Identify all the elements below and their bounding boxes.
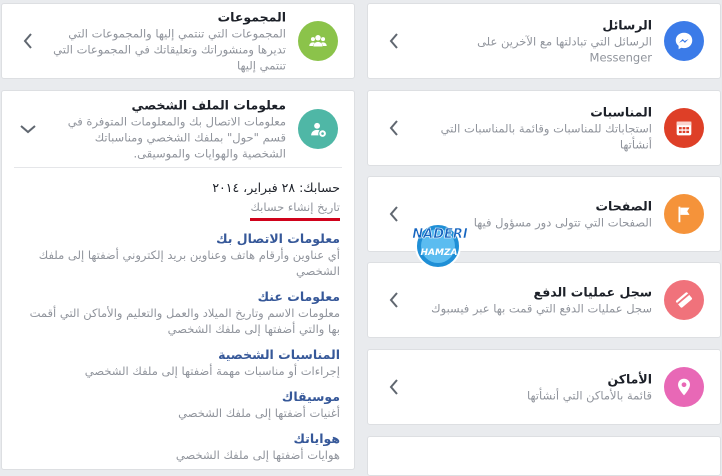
groups-desc: المجموعات التي تنتمي إليها والمجموعات ال… <box>53 26 286 73</box>
card-icon <box>664 280 704 320</box>
section-music[interactable]: موسيقاك أغنيات أضفتها إلى ملفك الشخصي <box>16 388 340 421</box>
section-contact-info[interactable]: معلومات الاتصال بك أي عناوين وأرقام هاتف… <box>16 230 340 279</box>
location-pin-icon <box>664 367 704 407</box>
payments-card[interactable]: سجل عمليات الدفع سجل عمليات الدفع التي ق… <box>367 262 721 338</box>
messages-desc: الرسائل التي تبادلتها مع الآخرين على Mes… <box>477 34 652 65</box>
section-desc: أي عناوين وأرقام هاتف وعناوين بريد إلكتر… <box>38 248 340 278</box>
chevron-left-icon[interactable] <box>384 118 404 138</box>
chevron-left-icon[interactable] <box>18 31 38 51</box>
chevron-left-icon[interactable] <box>384 204 404 224</box>
profile-settings-icon <box>298 109 338 149</box>
places-desc: قائمة بالأماكن التي أنشأتها <box>526 388 652 403</box>
section-desc: أغنيات أضفتها إلى ملفك الشخصي <box>178 406 340 420</box>
payments-title: سجل عمليات الدفع <box>533 284 652 300</box>
profile-info-header[interactable]: معلومات الملف الشخصي معلومات الاتصال بك … <box>14 91 342 168</box>
watermark-logo: NADERI HAMZA <box>405 212 475 272</box>
events-title: المناسبات <box>590 104 652 120</box>
profile-info-card: معلومات الملف الشخصي معلومات الاتصال بك … <box>1 90 355 470</box>
section-hobbies[interactable]: هواياتك هوايات أضفتها إلى ملفك الشخصي <box>16 430 340 463</box>
places-card[interactable]: الأماكن قائمة بالأماكن التي أنشأتها <box>367 349 721 425</box>
groups-card[interactable]: المجموعات المجموعات التي تنتمي إليها وال… <box>1 3 355 79</box>
profile-info-desc: معلومات الاتصال بك والمعلومات المتوفرة ف… <box>67 114 286 161</box>
places-title: الأماكن <box>607 371 652 387</box>
chevron-down-icon[interactable] <box>18 119 38 139</box>
chevron-left-icon[interactable] <box>384 377 404 397</box>
flag-icon <box>664 194 704 234</box>
section-title[interactable]: المناسبات الشخصية <box>16 346 340 363</box>
chevron-left-icon[interactable] <box>384 31 404 51</box>
watermark-line2: HAMZA <box>421 248 458 258</box>
section-title[interactable]: معلومات عنك <box>16 288 340 305</box>
more-card[interactable] <box>367 436 721 476</box>
messages-title: الرسائل <box>602 17 652 33</box>
section-about-you[interactable]: معلومات عنك معلومات الاسم وتاريخ الميلاد… <box>16 288 340 337</box>
section-title[interactable]: هواياتك <box>16 430 340 447</box>
watermark-line1: NADERI <box>412 227 468 242</box>
section-desc: إجراءات أو مناسبات مهمة أضفتها إلى ملفك … <box>84 364 340 378</box>
groups-title: المجموعات <box>217 9 286 25</box>
events-card[interactable]: المناسبات استجاباتك للمناسبات وقائمة بال… <box>367 90 721 166</box>
messenger-icon <box>664 21 704 61</box>
calendar-icon <box>664 108 704 148</box>
section-title[interactable]: معلومات الاتصال بك <box>16 230 340 247</box>
messages-card[interactable]: الرسائل الرسائل التي تبادلتها مع الآخرين… <box>367 3 721 79</box>
payments-desc: سجل عمليات الدفع التي قمت بها عبر فيسبوك <box>431 301 652 316</box>
chevron-left-icon[interactable] <box>384 290 404 310</box>
events-desc: استجاباتك للمناسبات وقائمة بالمناسبات ال… <box>440 121 652 152</box>
account-created-date: حسابك: ٢٨ فبراير، ٢٠١٤ <box>212 180 340 195</box>
section-title[interactable]: موسيقاك <box>16 388 340 405</box>
groups-icon <box>298 21 338 61</box>
section-life-events[interactable]: المناسبات الشخصية إجراءات أو مناسبات مهم… <box>16 346 340 379</box>
account-created-label: تاريخ إنشاء حسابك <box>250 199 340 221</box>
section-desc: معلومات الاسم وتاريخ الميلاد والعمل والت… <box>29 306 340 336</box>
profile-info-title: معلومات الملف الشخصي <box>131 97 286 113</box>
profile-info-body: حسابك: ٢٨ فبراير، ٢٠١٤ تاريخ إنشاء حسابك… <box>16 179 340 463</box>
section-desc: هوايات أضفتها إلى ملفك الشخصي <box>175 448 340 462</box>
